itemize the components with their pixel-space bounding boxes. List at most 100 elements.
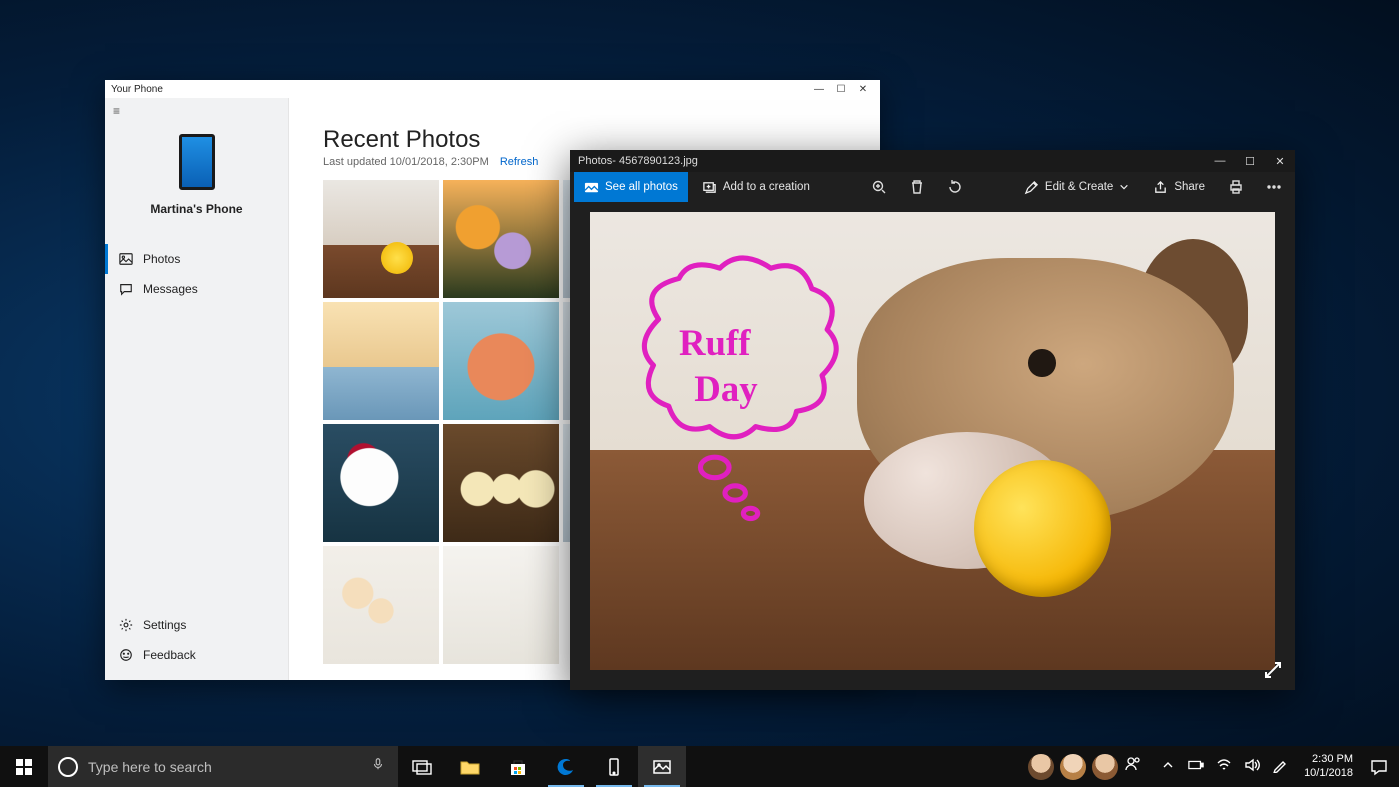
volume-button[interactable] — [1244, 757, 1260, 776]
hamburger-icon[interactable]: ≡ — [105, 98, 288, 124]
photo-thumbnail[interactable] — [443, 180, 559, 298]
file-explorer-button[interactable] — [446, 746, 494, 787]
sidebar-item-messages[interactable]: Messages — [105, 274, 288, 304]
sidebar-item-label: Photos — [143, 252, 180, 266]
rotate-icon — [947, 179, 963, 195]
search-box[interactable] — [48, 746, 398, 787]
edit-create-label: Edit & Create — [1045, 181, 1113, 193]
chevron-down-icon — [1119, 182, 1129, 192]
task-view-icon — [411, 756, 433, 778]
add-to-creation-label: Add to a creation — [723, 181, 810, 193]
wifi-icon — [1216, 757, 1232, 773]
pen-icon — [1272, 757, 1288, 773]
minimize-button[interactable]: — — [1205, 155, 1235, 167]
photos-icon — [651, 756, 673, 778]
last-updated-text: Last updated 10/01/2018, 2:30PM — [323, 156, 489, 168]
people-icon — [1124, 755, 1142, 773]
notification-icon — [1370, 758, 1388, 776]
add-creation-icon — [702, 180, 717, 195]
photo-thumbnail[interactable] — [323, 302, 439, 420]
edit-create-button[interactable]: Edit & Create — [1014, 172, 1139, 202]
pinned-contact[interactable] — [1060, 754, 1086, 780]
pinned-contact[interactable] — [1028, 754, 1054, 780]
ink-workspace-button[interactable] — [1272, 757, 1288, 776]
photo-image[interactable]: Ruff Day — [590, 212, 1275, 670]
feedback-icon — [119, 648, 133, 662]
volume-icon — [1244, 757, 1260, 773]
sidebar-item-label: Settings — [143, 618, 186, 632]
store-icon — [507, 756, 529, 778]
edge-button[interactable] — [542, 746, 590, 787]
action-center-button[interactable] — [1359, 758, 1399, 776]
your-phone-titlebar[interactable]: Your Phone — ☐ ✕ — [105, 80, 880, 98]
mic-icon[interactable] — [368, 757, 388, 776]
close-button[interactable]: ✕ — [1265, 155, 1295, 168]
battery-icon — [1188, 757, 1204, 773]
windows-icon — [16, 759, 32, 775]
share-icon — [1153, 180, 1168, 195]
photo-canvas: Ruff Day — [570, 202, 1295, 690]
task-view-button[interactable] — [398, 746, 446, 787]
photo-thumbnail[interactable] — [323, 546, 439, 664]
delete-button[interactable] — [900, 172, 934, 202]
your-phone-title: Your Phone — [111, 84, 808, 95]
sidebar-item-feedback[interactable]: Feedback — [105, 640, 288, 670]
gear-icon — [119, 618, 133, 632]
refresh-link[interactable]: Refresh — [500, 156, 539, 168]
share-button[interactable]: Share — [1143, 172, 1215, 202]
search-input[interactable] — [88, 746, 358, 787]
photo-thumbnail[interactable] — [323, 424, 439, 542]
photos-title: Photos- 4567890123.jpg — [570, 155, 1205, 167]
sidebar-item-photos[interactable]: Photos — [105, 244, 288, 274]
chevron-up-icon — [1160, 757, 1176, 773]
sidebar-item-settings[interactable]: Settings — [105, 610, 288, 640]
see-all-photos-button[interactable]: See all photos — [574, 172, 688, 202]
people-bar — [1020, 754, 1150, 780]
photos-toolbar: See all photos Add to a creation Edit & … — [570, 172, 1295, 202]
maximize-button[interactable]: ☐ — [830, 84, 852, 95]
people-button[interactable] — [1124, 755, 1142, 778]
rotate-button[interactable] — [938, 172, 972, 202]
edit-icon — [1024, 180, 1039, 195]
print-button[interactable] — [1219, 172, 1253, 202]
photos-titlebar[interactable]: Photos- 4567890123.jpg — ☐ ✕ — [570, 150, 1295, 172]
cortana-icon — [58, 757, 78, 777]
sidebar-item-label: Feedback — [143, 648, 196, 662]
pinned-contact[interactable] — [1092, 754, 1118, 780]
photos-icon — [119, 252, 133, 266]
more-button[interactable] — [1257, 172, 1291, 202]
photo-thumbnail[interactable] — [323, 180, 439, 298]
more-icon — [1266, 179, 1282, 195]
zoom-icon — [871, 179, 887, 195]
gallery-icon — [584, 180, 599, 195]
wifi-button[interactable] — [1216, 757, 1232, 776]
fullscreen-button[interactable] — [1263, 660, 1283, 680]
clock-date: 10/1/2018 — [1304, 767, 1353, 780]
store-button[interactable] — [494, 746, 542, 787]
taskbar: 2:30 PM 10/1/2018 — [0, 746, 1399, 787]
tray-overflow-button[interactable] — [1160, 757, 1176, 776]
photo-thumbnail[interactable] — [443, 302, 559, 420]
photo-thumbnail[interactable] — [443, 546, 559, 664]
battery-button[interactable] — [1188, 757, 1204, 776]
start-button[interactable] — [0, 746, 48, 787]
annotation-line2: Day — [695, 368, 759, 409]
zoom-button[interactable] — [862, 172, 896, 202]
minimize-button[interactable]: — — [808, 84, 830, 95]
phone-icon — [603, 756, 625, 778]
clock[interactable]: 2:30 PM 10/1/2018 — [1298, 753, 1359, 779]
add-to-creation-button[interactable]: Add to a creation — [692, 172, 820, 202]
phone-icon — [179, 134, 215, 190]
edge-icon — [555, 756, 577, 778]
photo-thumbnail[interactable] — [443, 424, 559, 542]
desktop: Your Phone — ☐ ✕ ≡ Martina's Phone Photo… — [0, 0, 1399, 787]
ink-annotation: Ruff Day — [617, 258, 864, 524]
maximize-button[interactable]: ☐ — [1235, 155, 1265, 168]
your-phone-taskbar-button[interactable] — [590, 746, 638, 787]
dog-art — [1028, 349, 1055, 376]
clock-time: 2:30 PM — [1304, 753, 1353, 766]
close-button[interactable]: ✕ — [852, 84, 874, 95]
phone-illustration: Martina's Phone — [105, 124, 288, 226]
photos-taskbar-button[interactable] — [638, 746, 686, 787]
share-label: Share — [1174, 181, 1205, 193]
